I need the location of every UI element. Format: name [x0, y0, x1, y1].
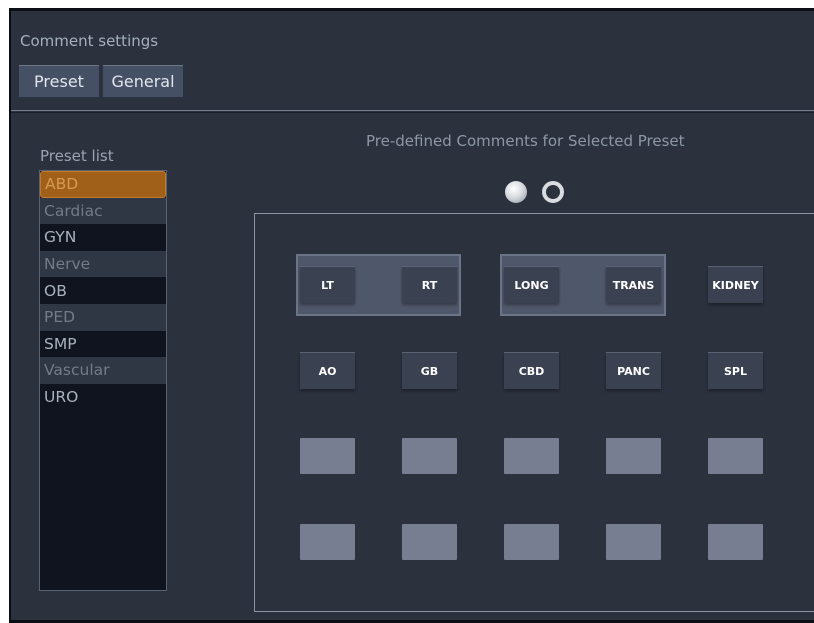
- preset-item-uro[interactable]: URO: [40, 383, 166, 411]
- empty-comment-slot[interactable]: [300, 438, 355, 474]
- comment-button-panc[interactable]: PANC: [606, 352, 661, 389]
- empty-comment-slot[interactable]: [504, 438, 559, 474]
- empty-comment-slot[interactable]: [606, 438, 661, 474]
- comment-button-cbd[interactable]: CBD: [504, 352, 559, 389]
- page-indicator-dot-inactive[interactable]: [542, 181, 564, 203]
- empty-comment-slot[interactable]: [708, 524, 763, 560]
- empty-comment-slot[interactable]: [300, 524, 355, 560]
- empty-comment-slot[interactable]: [402, 438, 457, 474]
- empty-comment-slot[interactable]: [606, 524, 661, 560]
- comment-button-ao[interactable]: AO: [300, 352, 355, 389]
- preset-list[interactable]: ABD Cardiac GYN Nerve OB PED SMP Vascula…: [39, 170, 167, 591]
- preset-item-cardiac[interactable]: Cardiac: [40, 197, 166, 225]
- empty-comment-slot[interactable]: [504, 524, 559, 560]
- comment-button-spl[interactable]: SPL: [708, 352, 763, 389]
- preset-item-ped[interactable]: PED: [40, 303, 166, 331]
- preset-item-abd[interactable]: ABD: [40, 171, 166, 198]
- header-divider: [11, 110, 814, 111]
- window-top-border: [9, 8, 814, 11]
- preset-item-vascular[interactable]: Vascular: [40, 357, 166, 384]
- comment-button-lt[interactable]: LT: [300, 266, 355, 303]
- preset-item-nerve[interactable]: Nerve: [40, 250, 166, 278]
- comment-button-kidney[interactable]: KIDNEY: [708, 266, 763, 303]
- comment-button-gb[interactable]: GB: [402, 352, 457, 389]
- preset-list-label: Preset list: [40, 147, 114, 165]
- comment-button-trans[interactable]: TRANS: [606, 266, 661, 303]
- page-title: Comment settings: [20, 32, 159, 50]
- comment-button-rt[interactable]: RT: [402, 266, 457, 303]
- preset-item-smp[interactable]: SMP: [40, 330, 166, 358]
- header-divider-shadow: [11, 112, 814, 113]
- comments-title: Pre-defined Comments for Selected Preset: [366, 132, 685, 150]
- preset-item-ob[interactable]: OB: [40, 277, 166, 304]
- page-indicator-dot-active[interactable]: [505, 181, 527, 203]
- comment-button-long[interactable]: LONG: [504, 266, 559, 303]
- window-left-border: [9, 10, 11, 623]
- tab-preset[interactable]: Preset: [19, 65, 99, 97]
- tab-general[interactable]: General: [103, 65, 183, 97]
- empty-comment-slot[interactable]: [402, 524, 457, 560]
- preset-item-gyn[interactable]: GYN: [40, 224, 166, 251]
- empty-comment-slot[interactable]: [708, 438, 763, 474]
